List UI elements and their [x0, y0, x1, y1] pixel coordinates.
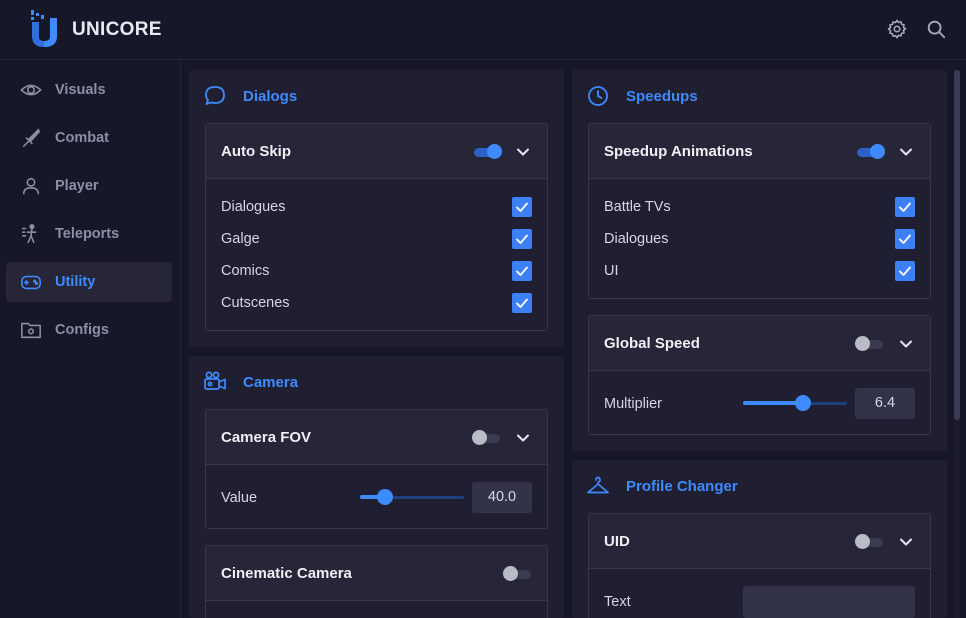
- sidebar-item-label: Utility: [55, 274, 96, 290]
- sidebar-item-visuals[interactable]: Visuals: [6, 70, 172, 110]
- section-title: Camera: [243, 374, 299, 391]
- option-label: UI: [604, 263, 619, 279]
- card-title: Speedup Animations: [604, 143, 753, 160]
- search-icon[interactable]: [925, 18, 947, 40]
- user-icon: [22, 177, 40, 195]
- global-speed-toggle[interactable]: [855, 336, 885, 351]
- section-title: Speedups: [626, 88, 698, 105]
- speedup-animations-card: Speedup Animations Battle TVs Dialogues …: [588, 123, 931, 299]
- speedups-section: Speedups Speedup Animations Battle TVs D…: [572, 70, 947, 451]
- multiplier-value-input[interactable]: 6.4: [855, 388, 915, 419]
- brand-name: UNICORE: [72, 19, 162, 40]
- uid-toggle[interactable]: [855, 534, 885, 549]
- profile-changer-section: Profile Changer UID Text: [572, 460, 947, 618]
- chevron-down-icon[interactable]: [898, 144, 914, 160]
- option-label: Battle TVs: [604, 199, 671, 215]
- sidebar-item-teleports[interactable]: Teleports: [6, 214, 172, 254]
- sidebar-item-label: Combat: [55, 130, 109, 146]
- auto-skip-toggle[interactable]: [472, 144, 502, 159]
- video-camera-icon: [204, 371, 226, 390]
- card-header[interactable]: Speedup Animations: [589, 124, 930, 179]
- card-header[interactable]: Global Speed: [589, 316, 930, 371]
- speedup-animations-toggle[interactable]: [855, 144, 885, 159]
- content-scrollbar[interactable]: [954, 70, 960, 618]
- unicore-logo-icon: [31, 10, 57, 47]
- app-window: UNICORE Visuals Combat Player Teleports …: [0, 0, 966, 618]
- card-title: UID: [604, 533, 630, 550]
- sidebar-item-player[interactable]: Player: [6, 166, 172, 206]
- global-speed-card: Global Speed Multiplier 6.4: [588, 315, 931, 435]
- camera-section: Camera Camera FOV Value 40.0 Cinematic C…: [189, 356, 564, 618]
- battle-tvs-checkbox[interactable]: [895, 197, 915, 217]
- option-label: Dialogues: [604, 231, 669, 247]
- sidebar-item-label: Configs: [55, 322, 109, 338]
- camera-fov-value-input[interactable]: 40.0: [472, 482, 532, 513]
- multiplier-label: Multiplier: [604, 396, 663, 412]
- card-title: Auto Skip: [221, 143, 291, 160]
- sidebar: Visuals Combat Player Teleports Utility …: [0, 61, 181, 618]
- comics-checkbox[interactable]: [512, 261, 532, 281]
- camera-fov-slider[interactable]: [360, 489, 464, 505]
- scrollbar-thumb[interactable]: [954, 70, 960, 420]
- gamepad-icon: [21, 275, 41, 290]
- chevron-down-icon[interactable]: [898, 336, 914, 352]
- sword-icon: [22, 128, 41, 148]
- global-speed-slider[interactable]: [743, 395, 847, 411]
- camera-fov-toggle[interactable]: [472, 430, 502, 445]
- dialogues-speedup-checkbox[interactable]: [895, 229, 915, 249]
- eye-icon: [20, 84, 42, 96]
- dialogues-checkbox[interactable]: [512, 197, 532, 217]
- camera-fov-card: Camera FOV Value 40.0: [205, 409, 548, 529]
- option-label: Cutscenes: [221, 295, 290, 311]
- section-title: Dialogs: [243, 88, 298, 105]
- card-header[interactable]: UID: [589, 514, 930, 569]
- sidebar-item-label: Player: [55, 178, 99, 194]
- section-title: Profile Changer: [626, 478, 738, 495]
- value-label: Value: [221, 490, 258, 506]
- clock-icon: [588, 86, 608, 106]
- chat-bubble-icon: [205, 86, 225, 105]
- option-label: Comics: [221, 263, 270, 279]
- chevron-down-icon[interactable]: [898, 534, 914, 550]
- card-header[interactable]: Cinematic Camera: [206, 546, 547, 601]
- cinematic-camera-card: Cinematic Camera: [205, 545, 548, 618]
- hanger-icon: [587, 476, 609, 494]
- sidebar-item-combat[interactable]: Combat: [6, 118, 172, 158]
- uid-text-input[interactable]: [743, 586, 915, 618]
- option-label: Galge: [221, 231, 260, 247]
- option-label: Dialogues: [221, 199, 286, 215]
- sidebar-item-utility[interactable]: Utility: [6, 262, 172, 302]
- card-title: Cinematic Camera: [221, 565, 352, 582]
- card-header[interactable]: Camera FOV: [206, 410, 547, 465]
- galge-checkbox[interactable]: [512, 229, 532, 249]
- cinematic-camera-toggle[interactable]: [503, 566, 533, 581]
- sidebar-item-label: Teleports: [55, 226, 120, 242]
- card-title: Camera FOV: [221, 429, 312, 446]
- cutscenes-checkbox[interactable]: [512, 293, 532, 313]
- chevron-down-icon[interactable]: [515, 144, 531, 160]
- folder-gear-icon: [21, 322, 41, 339]
- chevron-down-icon[interactable]: [515, 430, 531, 446]
- gear-icon[interactable]: [886, 18, 908, 40]
- dialogs-section: Dialogs Auto Skip Dialogues Galge Comics…: [189, 70, 564, 347]
- sidebar-item-label: Visuals: [55, 82, 106, 98]
- teleport-icon: [21, 224, 37, 244]
- text-label: Text: [604, 594, 631, 610]
- auto-skip-card: Auto Skip Dialogues Galge Comics Cutscen…: [205, 123, 548, 331]
- ui-checkbox[interactable]: [895, 261, 915, 281]
- card-title: Global Speed: [604, 335, 700, 352]
- top-header: UNICORE: [0, 0, 966, 60]
- card-header[interactable]: Auto Skip: [206, 124, 547, 179]
- sidebar-item-configs[interactable]: Configs: [6, 310, 172, 350]
- uid-card: UID Text: [588, 513, 931, 618]
